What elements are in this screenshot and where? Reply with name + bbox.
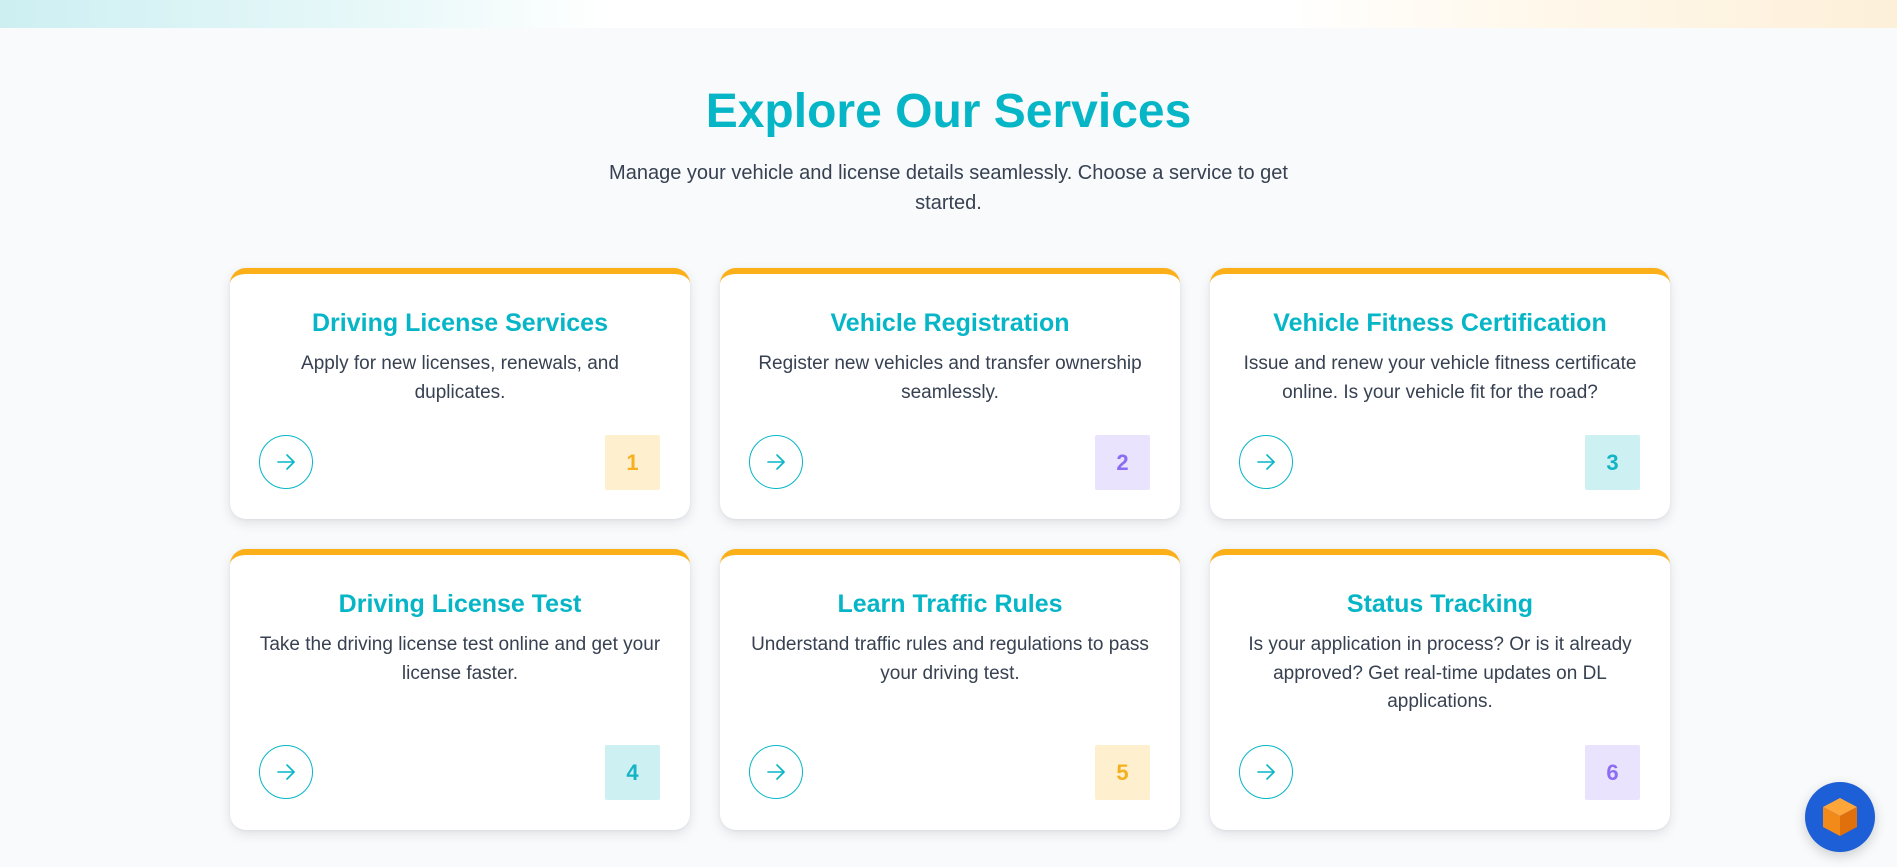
card-title: Status Tracking (1346, 590, 1534, 618)
arrow-right-icon (277, 454, 295, 470)
card-arrow-button[interactable] (259, 435, 313, 489)
card-description: Take the driving license test online and… (259, 634, 661, 684)
service-card-driving-license-test: Driving License Test Take the driving li… (230, 549, 690, 830)
card-arrow-button[interactable] (259, 745, 313, 799)
arrow-right-icon (767, 454, 785, 470)
page-subtitle: Manage your vehicle and license details … (609, 162, 1288, 214)
card-arrow-button[interactable] (749, 435, 803, 489)
card-number-badge: 1 (605, 435, 660, 490)
card-title: Vehicle Registration (830, 309, 1070, 337)
card-arrow-button[interactable] (1239, 435, 1293, 489)
card-title: Driving License Test (338, 590, 582, 618)
card-number-badge: 4 (605, 745, 660, 800)
card-number-badge: 3 (1585, 435, 1640, 490)
card-title: Vehicle Fitness Certification (1273, 309, 1607, 337)
arrow-right-icon (1257, 454, 1275, 470)
chat-widget-button[interactable] (1805, 782, 1875, 852)
arrow-right-icon (1257, 764, 1275, 780)
service-card-vehicle-fitness-certification: Vehicle Fitness Certification Issue and … (1210, 268, 1670, 519)
card-description: Understand traffic rules and regulations… (751, 634, 1149, 684)
card-number-badge: 2 (1095, 435, 1150, 490)
card-title: Learn Traffic Rules (837, 590, 1063, 618)
service-card-driving-license-services: Driving License Services Apply for new l… (230, 268, 690, 519)
card-arrow-button[interactable] (749, 745, 803, 799)
card-number-badge: 5 (1095, 745, 1150, 800)
card-description: Issue and renew your vehicle fitness cer… (1243, 353, 1637, 403)
service-card-status-tracking: Status Tracking Is your application in p… (1210, 549, 1670, 830)
page-title: Explore Our Services (705, 85, 1192, 138)
card-description: Is your application in process? Or is it… (1248, 634, 1632, 712)
card-description: Apply for new licenses, renewals, and du… (301, 353, 619, 403)
arrow-right-icon (277, 764, 295, 780)
card-description: Register new vehicles and transfer owner… (758, 353, 1142, 403)
card-number-badge: 6 (1585, 745, 1640, 800)
arrow-right-icon (767, 764, 785, 780)
top-gradient-band (0, 0, 1897, 28)
service-card-learn-traffic-rules: Learn Traffic Rules Understand traffic r… (720, 549, 1180, 830)
service-card-vehicle-registration: Vehicle Registration Register new vehicl… (720, 268, 1180, 519)
card-title: Driving License Services (312, 309, 608, 337)
card-arrow-button[interactable] (1239, 745, 1293, 799)
cube-icon (1823, 798, 1857, 836)
